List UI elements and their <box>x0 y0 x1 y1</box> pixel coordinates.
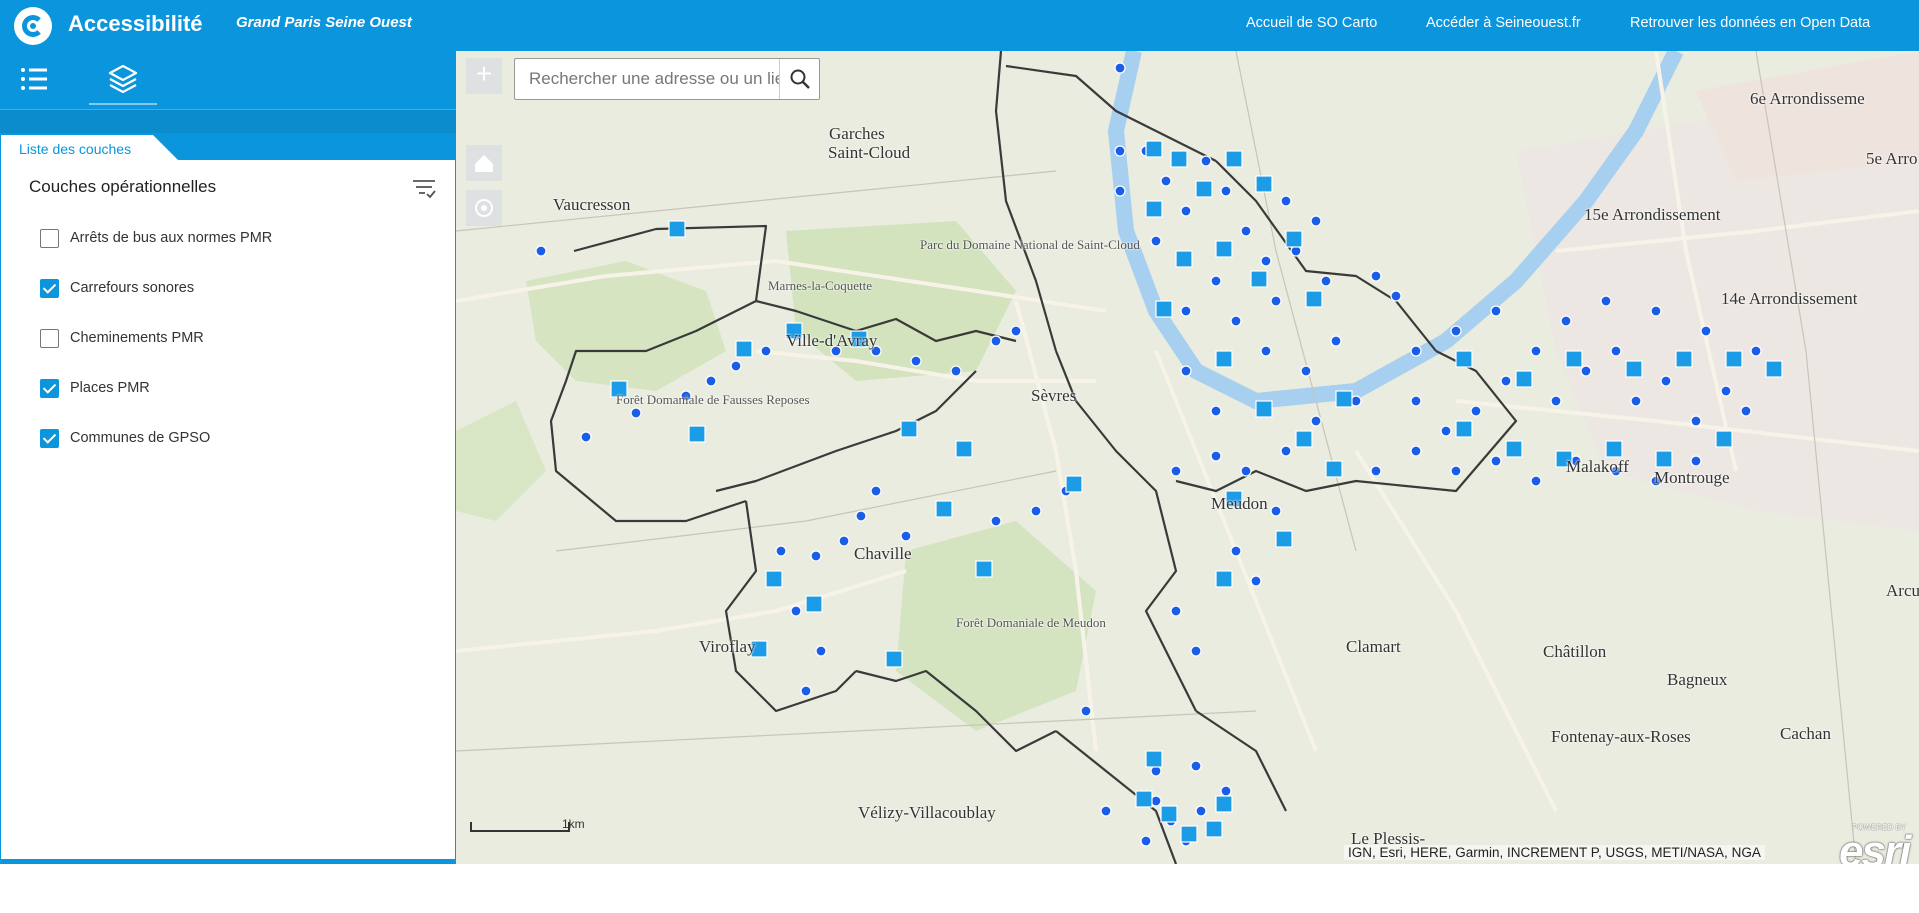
search-input[interactable] <box>515 59 780 99</box>
tab-layer-list[interactable]: Liste des couches <box>1 135 179 161</box>
layer-label: Arrêts de bus aux normes PMR <box>70 230 273 246</box>
nav-link-accueil[interactable]: Accueil de SO Carto <box>1246 15 1377 31</box>
scale-label: 1km <box>562 817 585 831</box>
list-icon <box>21 68 47 90</box>
esri-logo: esri <box>1839 827 1911 864</box>
map-label-garches: Garches <box>829 124 885 143</box>
panel-title: Couches opérationnelles <box>29 177 217 196</box>
map-label-14e: 14e Arrondissement <box>1721 289 1858 308</box>
search-button[interactable] <box>779 59 819 99</box>
map-label-cachan: Cachan <box>1780 724 1831 743</box>
locate-icon <box>475 199 493 217</box>
layer-label: Places PMR <box>70 380 150 396</box>
search-icon <box>790 69 810 89</box>
layers-icon <box>108 64 138 94</box>
layer-checkbox[interactable] <box>40 429 59 448</box>
map-label-chaville: Chaville <box>854 544 912 563</box>
home-icon <box>475 155 493 172</box>
map-label-arcueil: Arcu <box>1886 581 1919 600</box>
layer-checkbox[interactable] <box>40 379 59 398</box>
map-label-6e: 6e Arrondisseme <box>1750 89 1865 108</box>
home-button[interactable] <box>466 145 502 181</box>
map-label-sevres: Sèvres <box>1031 386 1077 405</box>
map-label-chatillon: Châtillon <box>1543 642 1607 661</box>
map-label-15e: 15e Arrondissement <box>1584 205 1721 224</box>
map-label-vaucresson: Vaucresson <box>553 195 631 214</box>
map-label-marnes: Marnes-la-Coquette <box>768 278 872 293</box>
zoom-in-button[interactable]: + <box>466 58 502 94</box>
map-label-saint-cloud: Saint-Cloud <box>828 143 911 162</box>
map-label-clamart: Clamart <box>1346 637 1401 656</box>
sidebar-tabs <box>0 51 456 109</box>
map-label-ville-davray: Ville-d'Avray <box>786 331 878 350</box>
locate-button[interactable] <box>466 190 502 226</box>
collapse-panel-button[interactable]: ◂◂ <box>414 899 424 913</box>
map-label-meudon: Meudon <box>1211 494 1268 513</box>
layer-checkbox[interactable] <box>40 279 59 298</box>
tab-layers[interactable] <box>89 51 157 109</box>
layer-label: Carrefours sonores <box>70 280 195 296</box>
search-box <box>514 58 820 100</box>
map-label-montrouge: Montrouge <box>1654 468 1730 487</box>
map-attribution: IGN, Esri, HERE, Garmin, INCREMENT P, US… <box>1344 845 1765 860</box>
map-label-fontenay: Fontenay-aux-Roses <box>1551 727 1691 746</box>
layer-list-panel <box>1 160 455 859</box>
basemap <box>456 51 1919 864</box>
app-header: Accessibilité Grand Paris Seine Ouest Ac… <box>0 0 1919 51</box>
layer-label: Cheminements PMR <box>70 330 204 346</box>
map-label-viroflay: Viroflay <box>699 637 756 656</box>
sidebar-subbar <box>0 109 456 133</box>
filter-list-icon[interactable] <box>412 178 436 200</box>
map-label-bagneux: Bagneux <box>1667 670 1728 689</box>
nav-link-seineouest[interactable]: Accéder à Seineouest.fr <box>1426 15 1581 31</box>
map-label-malakoff: Malakoff <box>1566 457 1629 476</box>
tab-layer-list-label: Liste des couches <box>19 141 132 157</box>
sidebar: Liste des couches ◂◂ <box>0 51 456 913</box>
map-label-velizy: Vélizy-Villacoublay <box>858 803 996 822</box>
map-label-foret-meudon: Forêt Domaniale de Meudon <box>956 615 1106 630</box>
scale-bar <box>470 822 570 832</box>
map-label-parc-saint-cloud: Parc du Domaine National de Saint-Cloud <box>920 237 1140 252</box>
map-view[interactable]: Saint-Cloud Garches Vaucresson Marnes-la… <box>456 51 1919 864</box>
nav-link-open-data[interactable]: Retrouver les données en Open Data <box>1630 15 1870 31</box>
app-subtitle: Grand Paris Seine Ouest <box>236 14 412 31</box>
layer-checkbox[interactable] <box>40 229 59 248</box>
layer-label: Communes de GPSO <box>70 430 211 446</box>
tab-legend[interactable] <box>0 51 68 109</box>
layer-checkbox[interactable] <box>40 329 59 348</box>
map-label-foret-fausses-reposes: Forêt Domaniale de Fausses Reposes <box>616 392 810 407</box>
app-logo-icon <box>14 7 52 45</box>
app-title: Accessibilité <box>68 11 203 36</box>
map-label-5e: 5e Arro <box>1866 149 1918 168</box>
